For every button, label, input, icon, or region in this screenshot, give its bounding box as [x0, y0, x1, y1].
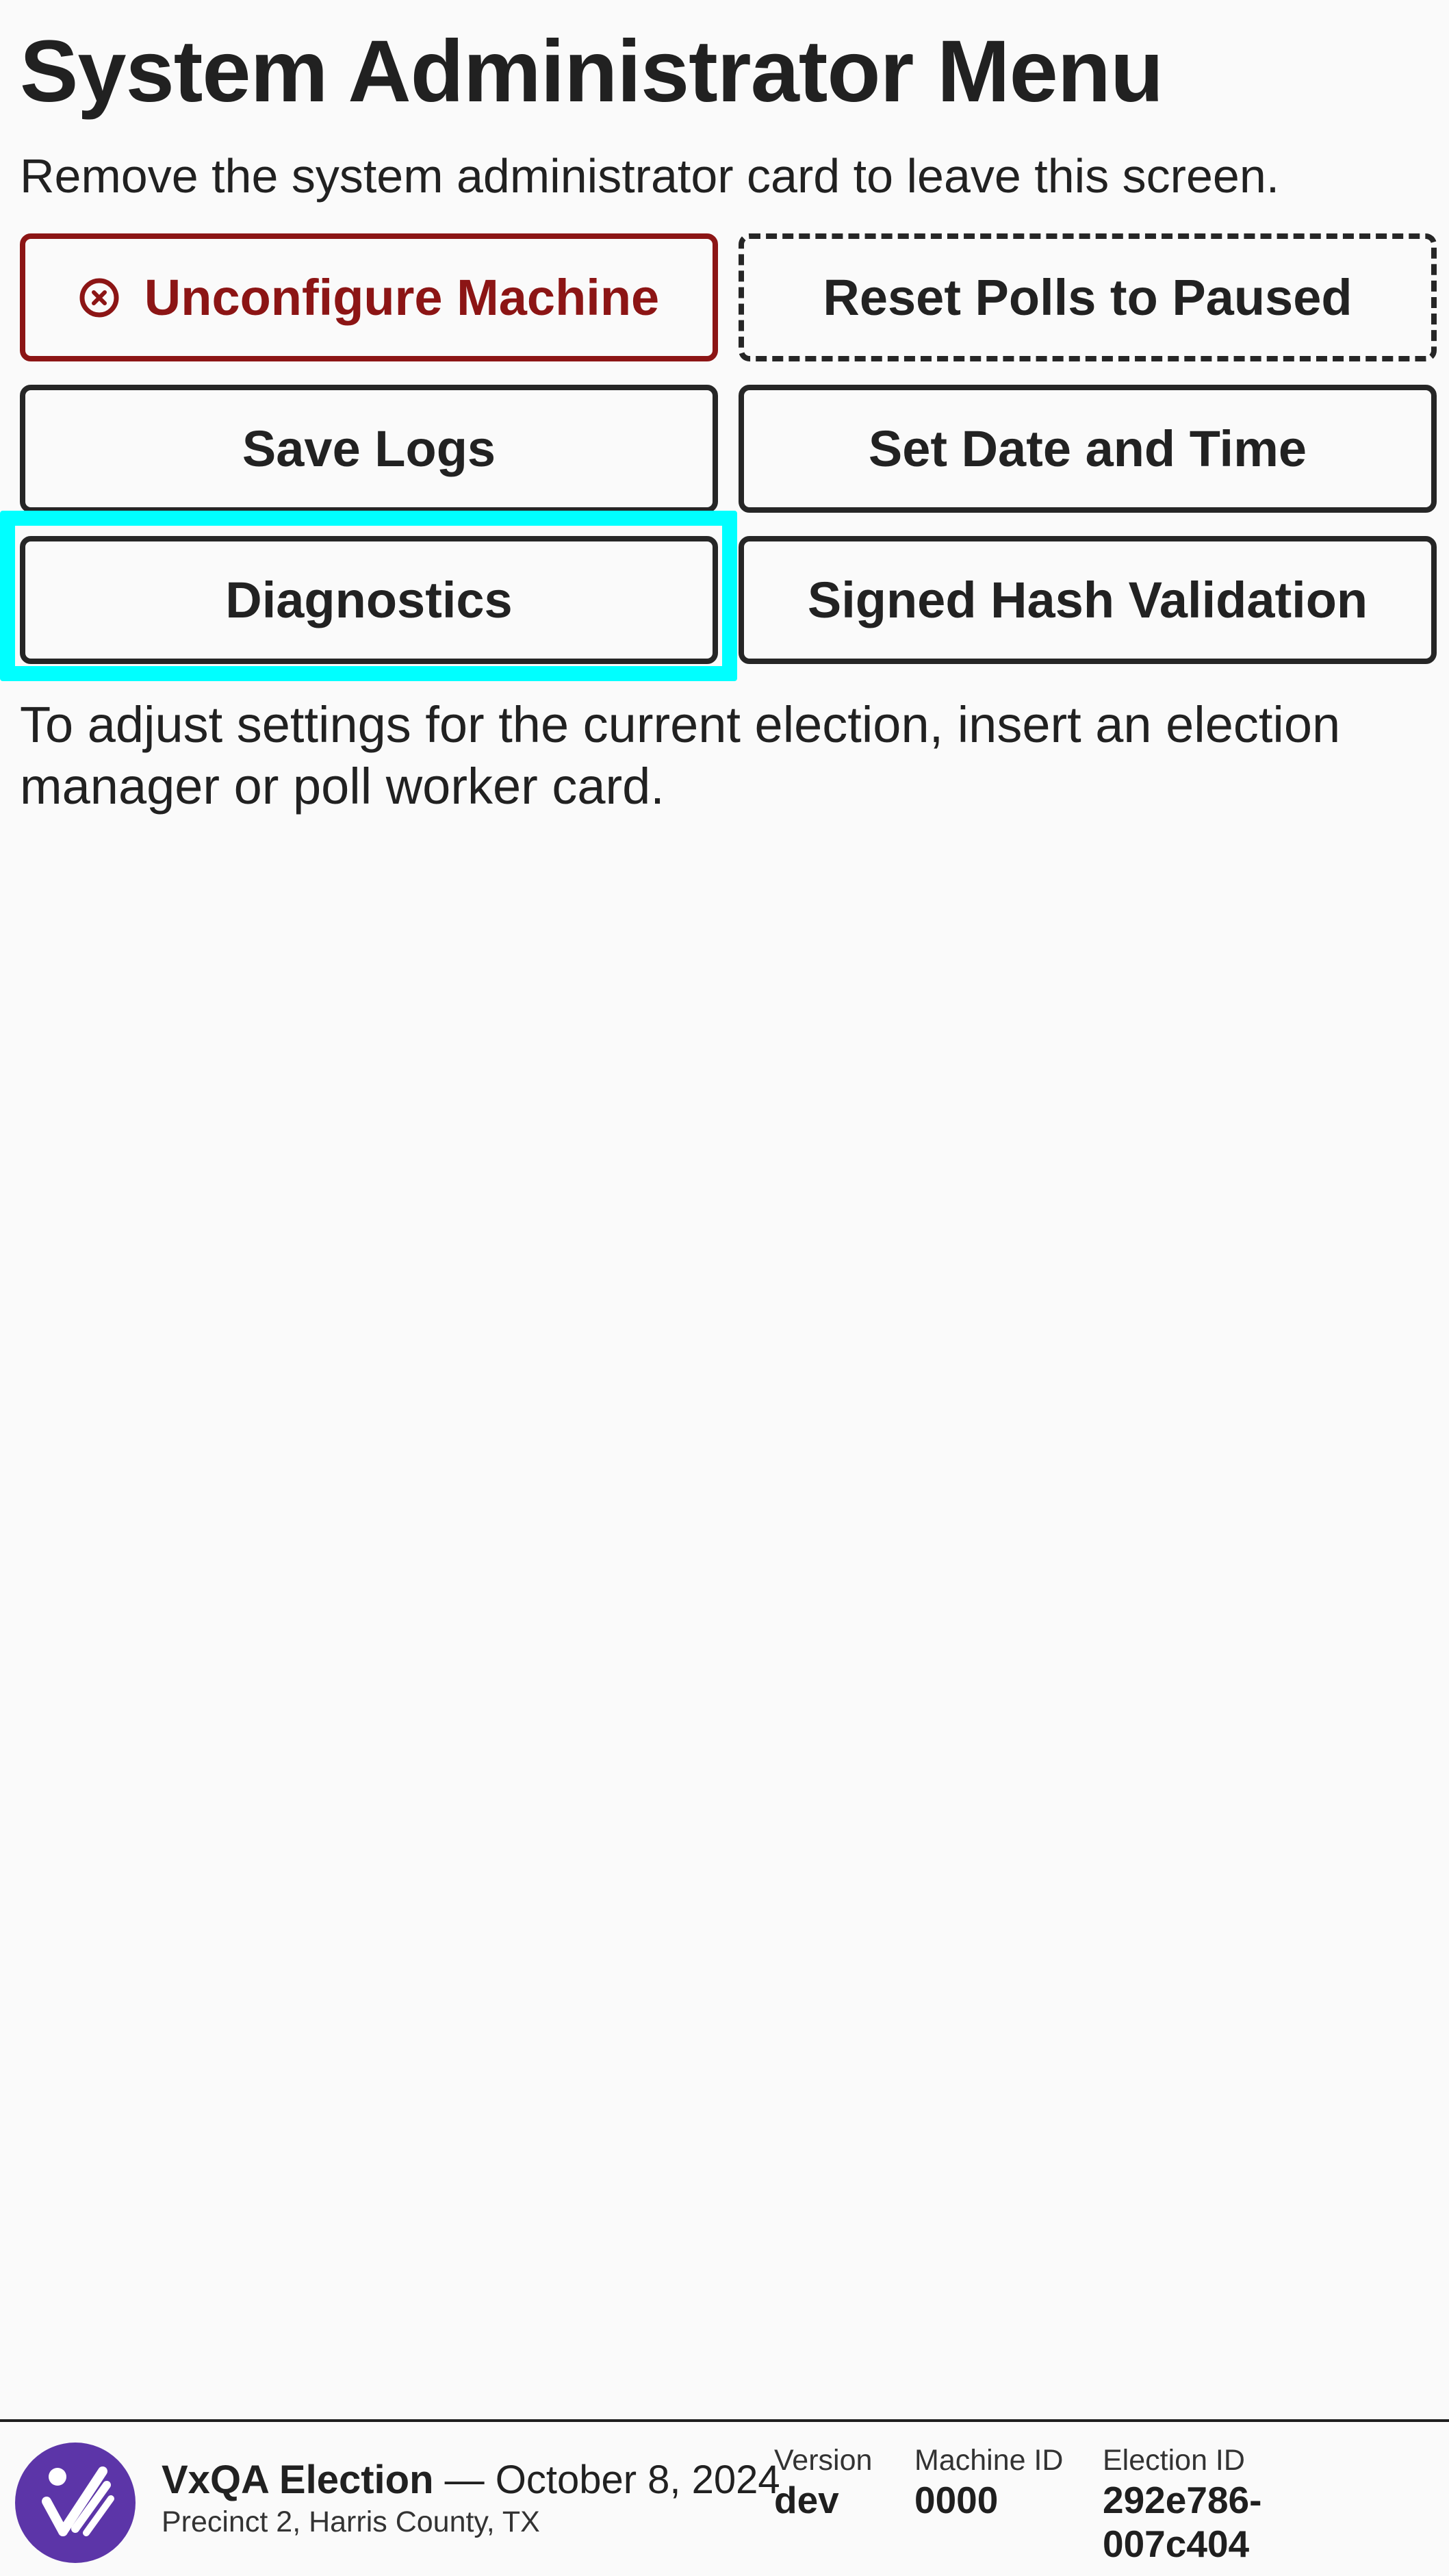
election-name: VxQA Election	[162, 2458, 434, 2502]
unconfigure-machine-label: Unconfigure Machine	[144, 269, 660, 326]
election-id-value-line2: 007c404	[1103, 2523, 1250, 2565]
save-logs-label: Save Logs	[242, 420, 496, 477]
signed-hash-validation-button[interactable]: Signed Hash Validation	[739, 536, 1437, 664]
save-logs-button[interactable]: Save Logs	[20, 385, 718, 513]
election-id-info: Election ID 292e786- 007c404	[1103, 2443, 1261, 2566]
election-id-label: Election ID	[1103, 2444, 1245, 2477]
page-title: System Administrator Menu	[20, 23, 1164, 120]
election-title: VxQA Election — October 8, 2024	[162, 2456, 780, 2504]
election-separator: —	[433, 2458, 496, 2502]
reset-polls-label: Reset Polls to Paused	[823, 269, 1352, 326]
diagnostics-label: Diagnostics	[225, 572, 513, 628]
set-date-time-label: Set Date and Time	[868, 420, 1307, 477]
reset-polls-button[interactable]: Reset Polls to Paused	[739, 233, 1437, 361]
version-info: Version dev	[774, 2443, 872, 2522]
precinct-info: Precinct 2, Harris County, TX	[162, 2505, 540, 2538]
set-date-time-button[interactable]: Set Date and Time	[739, 385, 1437, 513]
election-date: October 8, 2024	[495, 2458, 780, 2502]
page-subtitle: Remove the system administrator card to …	[20, 149, 1280, 203]
machine-id-info: Machine ID 0000	[914, 2443, 1063, 2522]
machine-id-value: 0000	[914, 2479, 999, 2521]
footer-bar: VxQA Election — October 8, 2024 Precinct…	[0, 2419, 1449, 2576]
election-id-value-line1: 292e786-	[1103, 2479, 1262, 2521]
diagnostics-button[interactable]: Diagnostics	[20, 536, 718, 664]
signed-hash-validation-label: Signed Hash Validation	[807, 572, 1368, 628]
vx-logo-icon	[15, 2443, 136, 2563]
machine-id-label: Machine ID	[914, 2444, 1064, 2477]
unconfigure-machine-button[interactable]: Unconfigure Machine	[20, 233, 718, 361]
circle-x-icon	[79, 278, 119, 317]
version-label: Version	[774, 2444, 873, 2477]
version-value: dev	[774, 2479, 839, 2521]
insert-card-hint: To adjust settings for the current elect…	[20, 696, 1341, 815]
